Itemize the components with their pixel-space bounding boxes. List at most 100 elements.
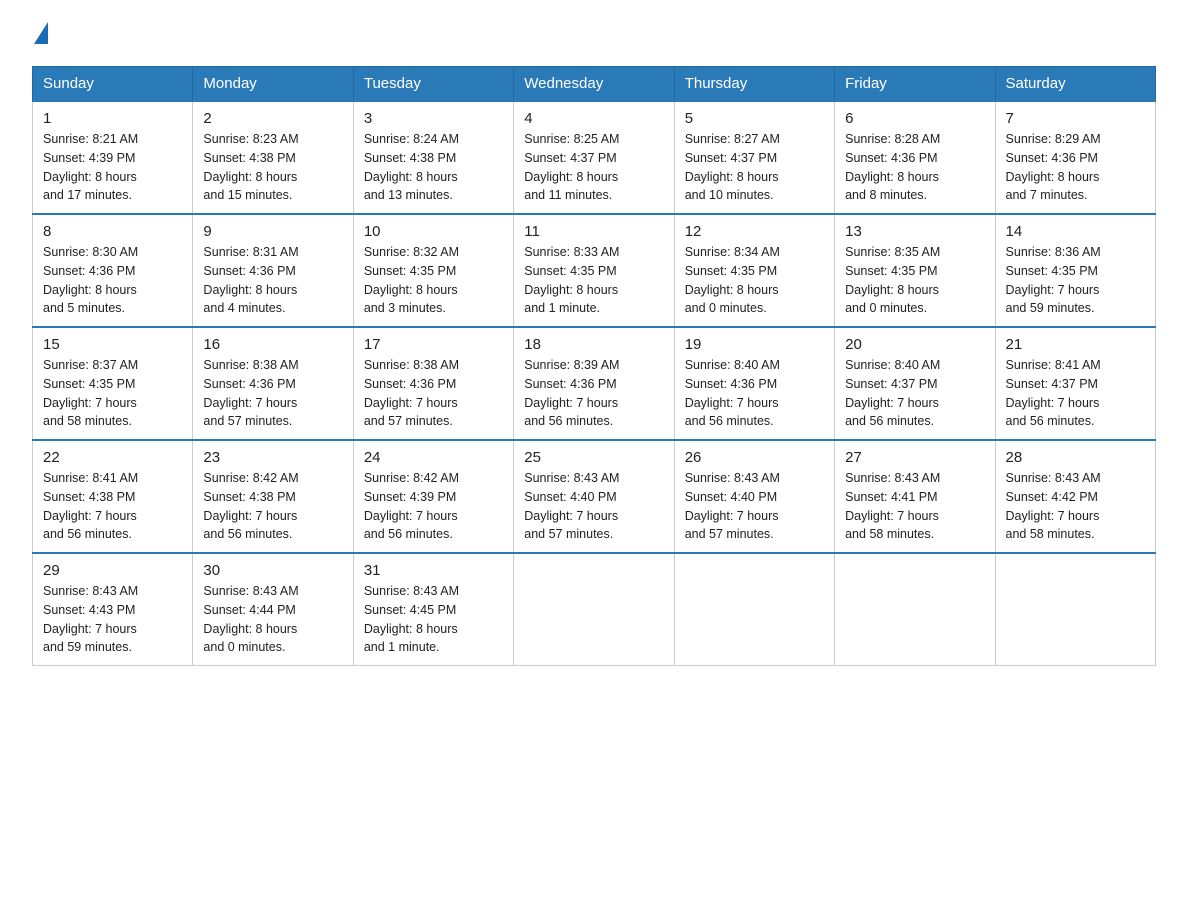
calendar-day-cell: 8 Sunrise: 8:30 AMSunset: 4:36 PMDayligh…: [33, 214, 193, 327]
calendar-day-cell: [835, 553, 995, 666]
day-number: 15: [43, 336, 182, 353]
day-number: 24: [364, 449, 503, 466]
day-info: Sunrise: 8:43 AMSunset: 4:45 PMDaylight:…: [364, 584, 459, 654]
calendar-day-cell: 28 Sunrise: 8:43 AMSunset: 4:42 PMDaylig…: [995, 440, 1155, 553]
day-number: 1: [43, 110, 182, 127]
calendar-day-cell: 25 Sunrise: 8:43 AMSunset: 4:40 PMDaylig…: [514, 440, 674, 553]
day-info: Sunrise: 8:42 AMSunset: 4:38 PMDaylight:…: [203, 471, 298, 541]
calendar-day-cell: 13 Sunrise: 8:35 AMSunset: 4:35 PMDaylig…: [835, 214, 995, 327]
day-number: 30: [203, 562, 342, 579]
calendar-day-cell: 31 Sunrise: 8:43 AMSunset: 4:45 PMDaylig…: [353, 553, 513, 666]
day-number: 7: [1006, 110, 1145, 127]
weekday-header-wednesday: Wednesday: [514, 67, 674, 102]
calendar-day-cell: 23 Sunrise: 8:42 AMSunset: 4:38 PMDaylig…: [193, 440, 353, 553]
calendar-day-cell: [995, 553, 1155, 666]
calendar-day-cell: 3 Sunrise: 8:24 AMSunset: 4:38 PMDayligh…: [353, 101, 513, 214]
day-number: 29: [43, 562, 182, 579]
day-info: Sunrise: 8:27 AMSunset: 4:37 PMDaylight:…: [685, 132, 780, 202]
calendar-day-cell: 10 Sunrise: 8:32 AMSunset: 4:35 PMDaylig…: [353, 214, 513, 327]
day-number: 23: [203, 449, 342, 466]
calendar-week-row: 29 Sunrise: 8:43 AMSunset: 4:43 PMDaylig…: [33, 553, 1156, 666]
day-info: Sunrise: 8:43 AMSunset: 4:40 PMDaylight:…: [524, 471, 619, 541]
day-info: Sunrise: 8:38 AMSunset: 4:36 PMDaylight:…: [203, 358, 298, 428]
day-info: Sunrise: 8:32 AMSunset: 4:35 PMDaylight:…: [364, 245, 459, 315]
calendar-week-row: 22 Sunrise: 8:41 AMSunset: 4:38 PMDaylig…: [33, 440, 1156, 553]
calendar-day-cell: [674, 553, 834, 666]
day-info: Sunrise: 8:36 AMSunset: 4:35 PMDaylight:…: [1006, 245, 1101, 315]
calendar-day-cell: 24 Sunrise: 8:42 AMSunset: 4:39 PMDaylig…: [353, 440, 513, 553]
logo: [32, 24, 48, 46]
calendar-day-cell: 22 Sunrise: 8:41 AMSunset: 4:38 PMDaylig…: [33, 440, 193, 553]
day-info: Sunrise: 8:21 AMSunset: 4:39 PMDaylight:…: [43, 132, 138, 202]
calendar-day-cell: 1 Sunrise: 8:21 AMSunset: 4:39 PMDayligh…: [33, 101, 193, 214]
weekday-header-saturday: Saturday: [995, 67, 1155, 102]
calendar-day-cell: 2 Sunrise: 8:23 AMSunset: 4:38 PMDayligh…: [193, 101, 353, 214]
weekday-header-tuesday: Tuesday: [353, 67, 513, 102]
calendar-table: SundayMondayTuesdayWednesdayThursdayFrid…: [32, 66, 1156, 666]
calendar-day-cell: 27 Sunrise: 8:43 AMSunset: 4:41 PMDaylig…: [835, 440, 995, 553]
calendar-day-cell: 26 Sunrise: 8:43 AMSunset: 4:40 PMDaylig…: [674, 440, 834, 553]
day-number: 19: [685, 336, 824, 353]
logo-triangle-icon: [34, 22, 48, 44]
day-number: 21: [1006, 336, 1145, 353]
day-info: Sunrise: 8:39 AMSunset: 4:36 PMDaylight:…: [524, 358, 619, 428]
calendar-day-cell: 4 Sunrise: 8:25 AMSunset: 4:37 PMDayligh…: [514, 101, 674, 214]
day-number: 31: [364, 562, 503, 579]
day-info: Sunrise: 8:43 AMSunset: 4:43 PMDaylight:…: [43, 584, 138, 654]
day-number: 17: [364, 336, 503, 353]
weekday-header-friday: Friday: [835, 67, 995, 102]
day-info: Sunrise: 8:38 AMSunset: 4:36 PMDaylight:…: [364, 358, 459, 428]
weekday-header-thursday: Thursday: [674, 67, 834, 102]
calendar-day-cell: 21 Sunrise: 8:41 AMSunset: 4:37 PMDaylig…: [995, 327, 1155, 440]
day-number: 18: [524, 336, 663, 353]
day-number: 10: [364, 223, 503, 240]
calendar-day-cell: 20 Sunrise: 8:40 AMSunset: 4:37 PMDaylig…: [835, 327, 995, 440]
day-number: 3: [364, 110, 503, 127]
page-header: [32, 24, 1156, 46]
day-info: Sunrise: 8:43 AMSunset: 4:44 PMDaylight:…: [203, 584, 298, 654]
day-number: 12: [685, 223, 824, 240]
day-info: Sunrise: 8:40 AMSunset: 4:37 PMDaylight:…: [845, 358, 940, 428]
calendar-day-cell: 15 Sunrise: 8:37 AMSunset: 4:35 PMDaylig…: [33, 327, 193, 440]
calendar-day-cell: 29 Sunrise: 8:43 AMSunset: 4:43 PMDaylig…: [33, 553, 193, 666]
day-info: Sunrise: 8:28 AMSunset: 4:36 PMDaylight:…: [845, 132, 940, 202]
day-info: Sunrise: 8:43 AMSunset: 4:40 PMDaylight:…: [685, 471, 780, 541]
day-info: Sunrise: 8:41 AMSunset: 4:38 PMDaylight:…: [43, 471, 138, 541]
day-number: 27: [845, 449, 984, 466]
day-info: Sunrise: 8:37 AMSunset: 4:35 PMDaylight:…: [43, 358, 138, 428]
weekday-header-row: SundayMondayTuesdayWednesdayThursdayFrid…: [33, 67, 1156, 102]
day-info: Sunrise: 8:24 AMSunset: 4:38 PMDaylight:…: [364, 132, 459, 202]
day-number: 11: [524, 223, 663, 240]
day-number: 16: [203, 336, 342, 353]
day-number: 13: [845, 223, 984, 240]
day-number: 14: [1006, 223, 1145, 240]
calendar-day-cell: 9 Sunrise: 8:31 AMSunset: 4:36 PMDayligh…: [193, 214, 353, 327]
day-number: 25: [524, 449, 663, 466]
weekday-header-sunday: Sunday: [33, 67, 193, 102]
day-info: Sunrise: 8:33 AMSunset: 4:35 PMDaylight:…: [524, 245, 619, 315]
day-number: 20: [845, 336, 984, 353]
calendar-day-cell: 19 Sunrise: 8:40 AMSunset: 4:36 PMDaylig…: [674, 327, 834, 440]
day-info: Sunrise: 8:30 AMSunset: 4:36 PMDaylight:…: [43, 245, 138, 315]
calendar-day-cell: 7 Sunrise: 8:29 AMSunset: 4:36 PMDayligh…: [995, 101, 1155, 214]
calendar-day-cell: 6 Sunrise: 8:28 AMSunset: 4:36 PMDayligh…: [835, 101, 995, 214]
day-info: Sunrise: 8:34 AMSunset: 4:35 PMDaylight:…: [685, 245, 780, 315]
calendar-week-row: 8 Sunrise: 8:30 AMSunset: 4:36 PMDayligh…: [33, 214, 1156, 327]
calendar-day-cell: 17 Sunrise: 8:38 AMSunset: 4:36 PMDaylig…: [353, 327, 513, 440]
calendar-day-cell: 12 Sunrise: 8:34 AMSunset: 4:35 PMDaylig…: [674, 214, 834, 327]
day-number: 22: [43, 449, 182, 466]
day-number: 9: [203, 223, 342, 240]
calendar-week-row: 1 Sunrise: 8:21 AMSunset: 4:39 PMDayligh…: [33, 101, 1156, 214]
day-info: Sunrise: 8:41 AMSunset: 4:37 PMDaylight:…: [1006, 358, 1101, 428]
day-info: Sunrise: 8:40 AMSunset: 4:36 PMDaylight:…: [685, 358, 780, 428]
day-number: 4: [524, 110, 663, 127]
day-number: 26: [685, 449, 824, 466]
day-info: Sunrise: 8:23 AMSunset: 4:38 PMDaylight:…: [203, 132, 298, 202]
calendar-week-row: 15 Sunrise: 8:37 AMSunset: 4:35 PMDaylig…: [33, 327, 1156, 440]
calendar-day-cell: 30 Sunrise: 8:43 AMSunset: 4:44 PMDaylig…: [193, 553, 353, 666]
day-info: Sunrise: 8:43 AMSunset: 4:41 PMDaylight:…: [845, 471, 940, 541]
calendar-day-cell: 18 Sunrise: 8:39 AMSunset: 4:36 PMDaylig…: [514, 327, 674, 440]
day-number: 8: [43, 223, 182, 240]
day-number: 28: [1006, 449, 1145, 466]
day-info: Sunrise: 8:29 AMSunset: 4:36 PMDaylight:…: [1006, 132, 1101, 202]
